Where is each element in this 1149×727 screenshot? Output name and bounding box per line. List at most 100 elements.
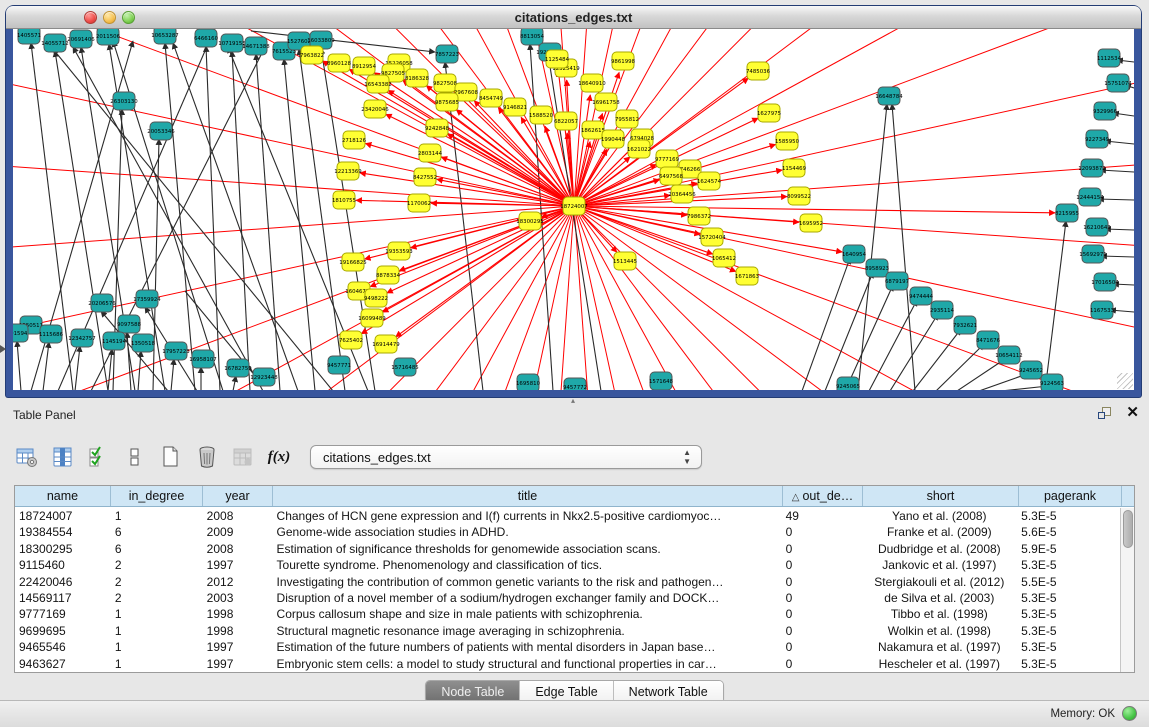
citation-edge-red[interactable]	[447, 134, 574, 206]
graph-node-teal[interactable]: 8215955	[1055, 204, 1079, 222]
column-header-pagerank[interactable]: pagerank	[1019, 486, 1122, 506]
graph-node-yellow[interactable]: 8878334	[376, 266, 401, 284]
column-header-in_degree[interactable]: in_degree	[111, 486, 203, 506]
graph-node-yellow[interactable]: 7485036	[746, 62, 771, 80]
citation-edge-red[interactable]	[574, 206, 1134, 390]
graph-node-teal[interactable]: 16782759	[224, 359, 252, 377]
memory-status-icon[interactable]	[1122, 706, 1137, 721]
graph-node-yellow[interactable]: 18640910	[578, 74, 606, 92]
table-row[interactable]: 1872400712008Changes of HCN gene express…	[15, 508, 1120, 524]
graph-node-yellow[interactable]: 8454749	[479, 89, 504, 107]
delete-table-icon[interactable]	[194, 443, 220, 471]
graph-node-yellow[interactable]: 7986372	[687, 207, 711, 225]
graph-node-teal[interactable]: 20053346	[147, 122, 175, 140]
graph-node-teal[interactable]: 14671388	[242, 37, 270, 55]
table-row[interactable]: 1938455462009Genome-wide association stu…	[15, 524, 1120, 540]
float-window-icon[interactable]	[1098, 407, 1113, 421]
graph-node-teal[interactable]: 26303130	[110, 92, 138, 110]
graph-node-teal[interactable]: 9245065	[836, 377, 860, 390]
graph-node-yellow[interactable]: 1513445	[613, 252, 637, 270]
graph-node-yellow[interactable]: 9861998	[611, 52, 636, 70]
graph-node-teal[interactable]: 2935114	[930, 301, 955, 319]
graph-node-teal[interactable]: 7932621	[953, 316, 977, 334]
graph-node-yellow[interactable]: 7955812	[615, 110, 639, 128]
graph-node-yellow[interactable]: 1990448	[601, 130, 626, 148]
graph-node-teal[interactable]: 9457772	[563, 378, 587, 390]
column-header-year[interactable]: year	[203, 486, 273, 506]
graph-node-teal[interactable]: 9097588	[117, 315, 142, 333]
citation-edge[interactable]	[1045, 221, 1066, 390]
graph-node-yellow[interactable]: 7963822	[300, 46, 324, 64]
graph-node-yellow[interactable]: 1065412	[712, 249, 736, 267]
graph-node-yellow[interactable]: 19166825	[339, 253, 366, 271]
graph-node-teal[interactable]: 8471676	[976, 331, 1001, 349]
citation-edge[interactable]	[802, 258, 850, 390]
graph-node-yellow[interactable]: 8960128	[327, 54, 352, 72]
graph-node-yellow[interactable]: 19353593	[385, 242, 412, 260]
graph-node-yellow[interactable]: 18724007	[560, 197, 587, 215]
column-header-out_de[interactable]: △out_de…	[783, 486, 863, 506]
table-row[interactable]: 911546021997Tourette syndrome. Phenomeno…	[15, 557, 1120, 573]
graph-node-teal[interactable]: 1695810	[516, 374, 541, 390]
table-row[interactable]: 969969511998Structural magnetic resonanc…	[15, 623, 1120, 639]
graph-node-yellow[interactable]: 9146821	[503, 98, 527, 116]
citation-edge[interactable]	[284, 59, 315, 390]
citation-edge[interactable]	[17, 341, 21, 390]
graph-node-yellow[interactable]: 16914479	[372, 335, 400, 353]
citation-edge[interactable]	[206, 46, 220, 390]
table-row[interactable]: 977716911998Corpus callosum shape and si…	[15, 606, 1120, 622]
citation-edge-red[interactable]	[574, 206, 1134, 390]
graph-node-yellow[interactable]: 1627975	[757, 104, 781, 122]
graph-node-teal[interactable]: 16648784	[875, 87, 903, 105]
citation-edge-red[interactable]	[574, 206, 1134, 390]
graph-node-yellow[interactable]: 1588520	[529, 106, 554, 124]
citation-edge-red[interactable]	[574, 206, 1134, 390]
graph-node-yellow[interactable]: 18300295	[516, 212, 543, 230]
graph-node-teal[interactable]: 7857223	[435, 45, 459, 63]
graph-node-yellow[interactable]: 1621022	[627, 140, 651, 158]
graph-node-yellow[interactable]: 1154469	[782, 159, 807, 177]
table-row[interactable]: 1830029562008Estimation of significance …	[15, 541, 1120, 557]
scrollbar-thumb[interactable]	[1123, 510, 1133, 548]
graph-node-yellow[interactable]: 2803144	[418, 144, 443, 162]
graph-node-teal[interactable]: 20206576	[88, 294, 116, 312]
canvas-resize-grip[interactable]	[1117, 373, 1133, 389]
column-header-name[interactable]: name	[15, 486, 111, 506]
graph-node-teal[interactable]: 1571648	[649, 372, 674, 390]
graph-node-teal[interactable]: 10654112	[995, 346, 1022, 364]
citation-edge[interactable]	[1105, 141, 1134, 144]
table-row[interactable]: 946554611997Estimation of the future num…	[15, 639, 1120, 655]
graph-node-teal[interactable]: 6466160	[194, 29, 219, 47]
graph-node-teal[interactable]: 20691406	[67, 30, 95, 48]
deselect-rows-icon[interactable]	[122, 443, 148, 471]
graph-node-yellow[interactable]: 1585950	[775, 132, 800, 150]
graph-node-teal[interactable]: 1145194	[102, 332, 127, 350]
network-canvas[interactable]: 1872400714055711405571220691406201150610…	[13, 29, 1134, 390]
graph-node-yellow[interactable]: 2718126	[342, 131, 367, 149]
citation-edge[interactable]	[892, 104, 915, 390]
graph-node-teal[interactable]: 15692971	[1079, 245, 1106, 263]
graph-node-teal[interactable]: 8813054	[520, 29, 545, 45]
graph-node-teal[interactable]: 17016504	[1091, 273, 1119, 291]
graph-node-teal[interactable]: 1640954	[842, 245, 867, 263]
new-table-icon[interactable]	[158, 443, 184, 471]
graph-node-yellow[interactable]: 9875685	[435, 93, 459, 111]
graph-node-teal[interactable]: 9227349	[1085, 130, 1110, 148]
citation-edge[interactable]	[256, 54, 280, 390]
graph-node-teal[interactable]: 15751074	[1104, 74, 1132, 92]
graph-node-teal[interactable]: 12342757	[68, 329, 95, 347]
graph-node-teal[interactable]: 391594	[13, 324, 28, 342]
graph-node-teal[interactable]: 9245652	[1019, 361, 1043, 379]
network-window-titlebar[interactable]: citations_edges.txt	[6, 6, 1141, 29]
graph-node-teal[interactable]: 8958923	[865, 259, 889, 277]
citation-edge-red[interactable]	[574, 206, 1134, 390]
graph-node-yellow[interactable]: 8912954	[352, 57, 377, 75]
citation-edge-red[interactable]	[574, 206, 1134, 390]
select-all-rows-icon[interactable]	[86, 443, 112, 471]
graph-node-teal[interactable]: 12444154	[1076, 188, 1104, 206]
graph-node-yellow[interactable]: 1695952	[799, 214, 823, 232]
graph-node-teal[interactable]: 12093872	[1078, 159, 1105, 177]
graph-node-teal[interactable]: 1112534	[1097, 49, 1122, 67]
graph-node-yellow[interactable]: 9498222	[364, 289, 388, 307]
citation-edge-red[interactable]	[574, 29, 1027, 206]
